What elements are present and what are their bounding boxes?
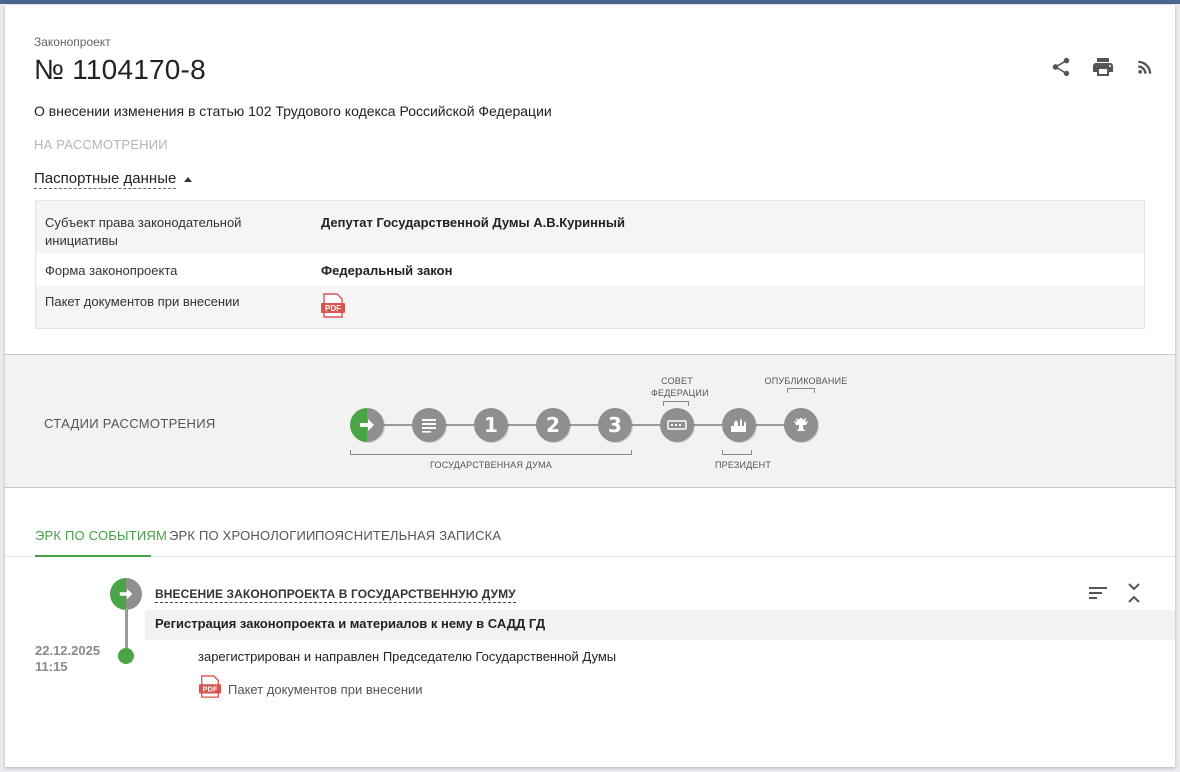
stage-federation-council[interactable]	[660, 408, 694, 442]
caption-president: ПРЕЗИДЕНТ	[714, 460, 772, 470]
header-actions	[1049, 55, 1157, 79]
caption-federation-council: СОВЕТ ФЕДЕРАЦИИ	[651, 376, 709, 398]
bracket-duma	[350, 450, 632, 455]
event-stage-node	[110, 578, 142, 610]
pdf-icon: PDF	[198, 675, 222, 704]
council-icon	[667, 420, 687, 430]
arrow-right-icon	[119, 588, 133, 600]
stage-reading-3[interactable]: 3	[598, 408, 632, 442]
caption-state-duma: ГОСУДАРСТВЕННАЯ ДУМА	[429, 460, 552, 470]
share-icon[interactable]	[1049, 55, 1073, 79]
passport-value: Федеральный закон	[321, 263, 453, 278]
eagle-emblem-icon	[794, 418, 808, 431]
stages-panel: СТАДИИ РАССМОТРЕНИЯ 1 2 3 СОВЕТ ФЕДЕРАЦИ…	[5, 354, 1175, 488]
passport-toggle-label: Паспортные данные	[34, 170, 177, 189]
print-icon[interactable]	[1091, 55, 1115, 79]
passport-toggle[interactable]: Паспортные данные	[34, 170, 193, 189]
bill-number: № 1104170-8	[34, 54, 206, 85]
event-description: зарегистрирован и направлен Председателю…	[198, 649, 617, 664]
subevent-title: Регистрация законопроекта и материалов к…	[155, 616, 546, 631]
event-tools	[1087, 582, 1145, 604]
stage-reading-2[interactable]: 2	[536, 408, 570, 442]
tab-events[interactable]: ЭРК ПО СОБЫТИЯМ	[35, 528, 167, 543]
timeline-dot	[118, 648, 134, 664]
passport-key: Пакет документов при внесении	[45, 294, 240, 309]
top-bar	[0, 0, 1180, 4]
document-link[interactable]: PDF Пакет документов при внесении	[198, 675, 423, 704]
bill-title: О внесении изменения в статью 102 Трудов…	[34, 103, 552, 119]
caret-up-icon	[184, 177, 193, 182]
arrow-right-icon	[360, 419, 374, 431]
event-title[interactable]: ВНЕСЕНИЕ ЗАКОНОПРОЕКТА В ГОСУДАРСТВЕННУЮ…	[155, 587, 516, 603]
status-label: НА РАССМОТРЕНИИ	[34, 137, 168, 152]
bill-kicker: Законопроект	[34, 35, 111, 49]
passport-row: Пакет документов при внесении PDF	[36, 286, 1144, 329]
passport-value: Депутат Государственной Думы А.В.Куринны…	[321, 215, 625, 230]
tab-chronology[interactable]: ЭРК ПО ХРОНОЛОГИИ	[169, 528, 316, 543]
timeline-line	[125, 608, 128, 652]
passport-key: Форма законопроекта	[45, 263, 178, 278]
svg-text:PDF: PDF	[203, 685, 218, 694]
event-date: 22.12.2025	[35, 643, 101, 658]
stages-title: СТАДИИ РАССМОТРЕНИЯ	[44, 416, 216, 431]
bill-card: Законопроект № 1104170-8 О внесении изме…	[5, 5, 1175, 767]
bracket-president	[722, 450, 752, 455]
caption-publication: ОПУБЛИКОВАНИЕ	[764, 376, 848, 386]
rss-icon[interactable]	[1133, 55, 1157, 79]
event-time: 11:15	[35, 659, 68, 674]
passport-row: Форма законопроекта Федеральный закон	[36, 253, 1144, 286]
stage-president[interactable]	[722, 408, 756, 442]
active-tab-indicator	[35, 555, 151, 557]
collapse-icon[interactable]	[1123, 582, 1145, 604]
document-list-icon	[422, 419, 436, 433]
tabs-bar: ЭРК ПО СОБЫТИЯМ ЭРК ПО ХРОНОЛОГИИ ПОЯСНИ…	[5, 523, 1175, 557]
document-link-label: Пакет документов при внесении	[228, 682, 423, 697]
kremlin-icon	[731, 418, 746, 432]
stage-introduction[interactable]	[350, 408, 384, 442]
sort-icon[interactable]	[1087, 582, 1109, 604]
bracket-publication	[787, 388, 815, 393]
event-datetime: 22.12.2025 11:15	[35, 643, 100, 675]
stage-publication[interactable]	[784, 408, 818, 442]
passport-table: Субъект права законодательной инициативы…	[35, 200, 1145, 329]
svg-text:PDF: PDF	[325, 304, 341, 313]
pdf-icon[interactable]: PDF	[320, 293, 346, 319]
stage-reading-1[interactable]: 1	[474, 408, 508, 442]
passport-key: Субъект права законодательной инициативы	[45, 215, 242, 248]
bracket-council	[663, 401, 689, 406]
stage-preliminary[interactable]	[412, 408, 446, 442]
tab-explanatory-note[interactable]: ПОЯСНИТЕЛЬНАЯ ЗАПИСКА	[315, 528, 501, 543]
passport-row: Субъект права законодательной инициативы…	[36, 201, 1144, 253]
